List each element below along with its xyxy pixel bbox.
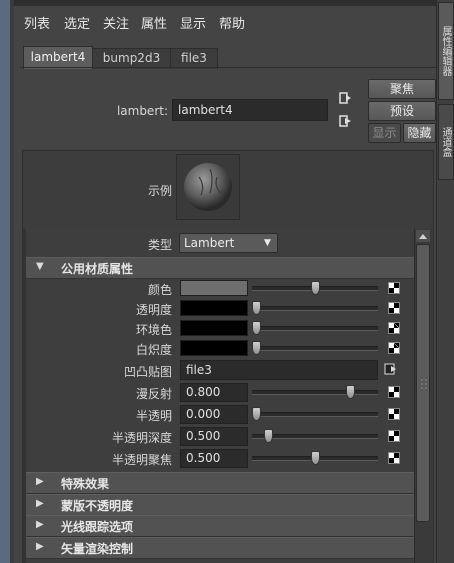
color-swatch[interactable] <box>180 320 248 336</box>
type-dropdown-value: Lambert <box>184 236 235 250</box>
slider-handle[interactable] <box>263 429 273 443</box>
focus-button[interactable]: 聚焦 <box>368 79 436 99</box>
slider-handle[interactable] <box>252 321 261 335</box>
color-swatch[interactable] <box>180 300 248 316</box>
right-tab-channel-box[interactable]: 通道盒 <box>438 104 454 180</box>
attribute-label: 半透明聚焦 <box>111 453 172 467</box>
slider-track[interactable] <box>252 306 378 311</box>
section-common-material[interactable]: ▼ 公用材质属性 <box>26 257 414 279</box>
map-connection-icon[interactable] <box>384 362 398 376</box>
color-swatch[interactable] <box>180 280 248 296</box>
section-matte-opacity[interactable]: ▶ 蒙版不透明度 <box>26 494 414 516</box>
value-field[interactable]: 0.000 <box>180 405 248 424</box>
hide-button[interactable]: 隐藏 <box>403 123 436 143</box>
slider-track[interactable] <box>252 412 378 417</box>
slider-handle[interactable] <box>252 407 261 421</box>
attribute-label: 凹凸贴图 <box>123 365 172 379</box>
value-field[interactable]: 0.500 <box>180 427 248 446</box>
sample-label: 示例 <box>147 184 172 198</box>
slider-handle[interactable] <box>310 281 320 295</box>
section-title: 蒙版不透明度 <box>61 499 134 513</box>
attribute-label: 白炽度 <box>135 343 172 357</box>
value-field[interactable]: 0.500 <box>180 449 248 468</box>
collapsed-triangle-icon: ▶ <box>36 498 44 509</box>
collapsed-triangle-icon: ▶ <box>36 476 44 487</box>
attribute-label: 漫反射 <box>135 387 172 401</box>
type-label: 类型 <box>147 238 172 252</box>
menu-select[interactable]: 选定 <box>64 13 90 32</box>
show-button[interactable]: 显示 <box>368 123 401 143</box>
menu-help[interactable]: 帮助 <box>219 13 245 32</box>
color-swatch[interactable] <box>180 340 248 356</box>
chevron-down-icon: ▼ <box>264 238 271 248</box>
map-texture-icon[interactable] <box>388 452 400 464</box>
attribute-label: 颜色 <box>147 283 172 297</box>
tab-divider <box>20 67 436 68</box>
tab-lambert4[interactable]: lambert4 <box>23 46 93 69</box>
bump-map-field[interactable]: file3 <box>180 360 378 380</box>
slider-handle[interactable] <box>345 385 355 399</box>
scroll-up-arrow-icon[interactable] <box>416 230 430 242</box>
section-title: 公用材质属性 <box>61 262 134 276</box>
left-panel-border <box>10 0 14 563</box>
drag-handle-icon[interactable] <box>420 378 428 392</box>
right-tab-attribute-editor[interactable]: 属性编辑器 <box>438 2 454 100</box>
menu-list[interactable]: 列表 <box>24 13 50 32</box>
slider-track[interactable] <box>252 326 378 331</box>
menu-bar: 列表 选定 关注 属性 显示 帮助 <box>14 6 436 34</box>
slider-handle[interactable] <box>252 301 261 315</box>
section-vector-render[interactable]: ▶ 矢量渲染控制 <box>26 537 414 559</box>
map-texture-icon[interactable] <box>388 430 400 442</box>
map-texture-icon[interactable] <box>388 322 400 334</box>
section-title: 特殊效果 <box>61 477 110 491</box>
value-field[interactable]: 0.800 <box>180 383 248 402</box>
slider-handle[interactable] <box>252 341 261 355</box>
collapsed-triangle-icon: ▶ <box>36 519 44 530</box>
attribute-label: 环境色 <box>135 323 172 337</box>
left-viewport-edge <box>0 0 10 563</box>
map-texture-icon[interactable] <box>388 386 400 398</box>
node-type-label: lambert: <box>116 104 168 118</box>
section-raytrace-options[interactable]: ▶ 光线跟踪选项 <box>26 515 414 537</box>
map-texture-icon[interactable] <box>388 408 400 420</box>
slider-track[interactable] <box>252 346 378 351</box>
section-title: 矢量渲染控制 <box>61 542 134 556</box>
attribute-label: 半透明 <box>135 409 172 423</box>
expanded-triangle-icon: ▼ <box>36 261 44 272</box>
type-dropdown[interactable]: Lambert ▼ <box>179 233 278 253</box>
slider-handle[interactable] <box>310 451 320 465</box>
tab-bump2d3[interactable]: bump2d3 <box>92 48 171 69</box>
tab-file3[interactable]: file3 <box>170 48 218 69</box>
map-texture-icon[interactable] <box>388 342 400 354</box>
output-connections-icon[interactable] <box>339 114 353 128</box>
section-special-effects[interactable]: ▶ 特殊效果 <box>26 472 414 494</box>
attribute-label: 半透明深度 <box>111 431 172 445</box>
collapsed-triangle-icon: ▶ <box>36 541 44 552</box>
map-texture-icon[interactable] <box>388 302 400 314</box>
material-swatch[interactable] <box>176 154 240 220</box>
node-name-field[interactable]: lambert4 <box>172 99 328 121</box>
menu-focus[interactable]: 关注 <box>103 13 129 32</box>
menu-attributes[interactable]: 属性 <box>141 13 167 32</box>
map-texture-icon[interactable] <box>388 282 400 294</box>
section-title: 光线跟踪选项 <box>61 520 134 534</box>
input-connections-icon[interactable] <box>339 91 353 105</box>
slider-track[interactable] <box>252 390 378 395</box>
presets-button[interactable]: 预设 <box>368 101 436 121</box>
menu-show[interactable]: 显示 <box>180 13 206 32</box>
attribute-label: 透明度 <box>135 303 172 317</box>
